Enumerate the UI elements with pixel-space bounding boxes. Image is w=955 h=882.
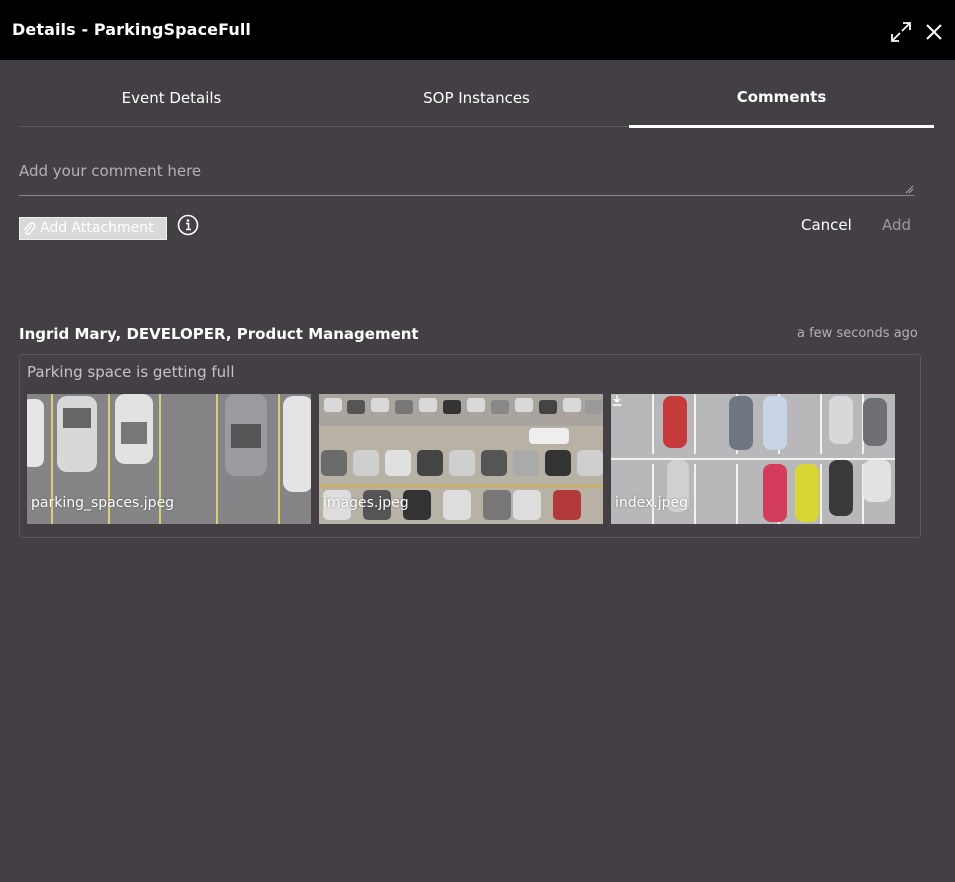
attachment-filename: index.jpeg xyxy=(615,495,689,511)
add-button[interactable]: Add xyxy=(882,216,911,234)
tab-event-details[interactable]: Event Details xyxy=(19,75,324,126)
download-icon[interactable] xyxy=(611,394,623,406)
comment-text: Parking space is getting full xyxy=(27,363,235,381)
close-icon[interactable] xyxy=(925,23,943,41)
attachment-thumbnail[interactable]: index.jpeg xyxy=(611,394,895,524)
window-titlebar: Details - ParkingSpaceFull xyxy=(0,0,955,60)
attachment-filename: images.jpeg xyxy=(323,495,409,511)
comment-card: Parking space is getting full parking_sp… xyxy=(19,354,921,538)
window-title: Details - ParkingSpaceFull xyxy=(12,20,252,39)
info-icon[interactable] xyxy=(177,214,199,236)
comment-input[interactable] xyxy=(19,158,914,196)
tab-comments[interactable]: Comments xyxy=(629,75,934,128)
tab-sop-instances[interactable]: SOP Instances xyxy=(324,75,629,126)
paperclip-icon xyxy=(23,222,36,235)
tab-bar: Event Details SOP Instances Comments xyxy=(19,75,934,128)
add-attachment-button[interactable]: Add Attachment xyxy=(19,217,167,240)
attachment-thumbnail[interactable]: parking_spaces.jpeg xyxy=(27,394,311,524)
resize-grip-icon[interactable] xyxy=(905,185,914,194)
add-attachment-label: Add Attachment xyxy=(40,220,154,236)
attachment-thumbnail[interactable]: images.jpeg xyxy=(319,394,603,524)
attachment-filename: parking_spaces.jpeg xyxy=(31,495,175,511)
cancel-button[interactable]: Cancel xyxy=(801,216,852,234)
comment-timestamp: a few seconds ago xyxy=(797,326,918,341)
comment-author: Ingrid Mary, DEVELOPER, Product Manageme… xyxy=(19,325,419,343)
expand-icon[interactable] xyxy=(890,21,912,43)
